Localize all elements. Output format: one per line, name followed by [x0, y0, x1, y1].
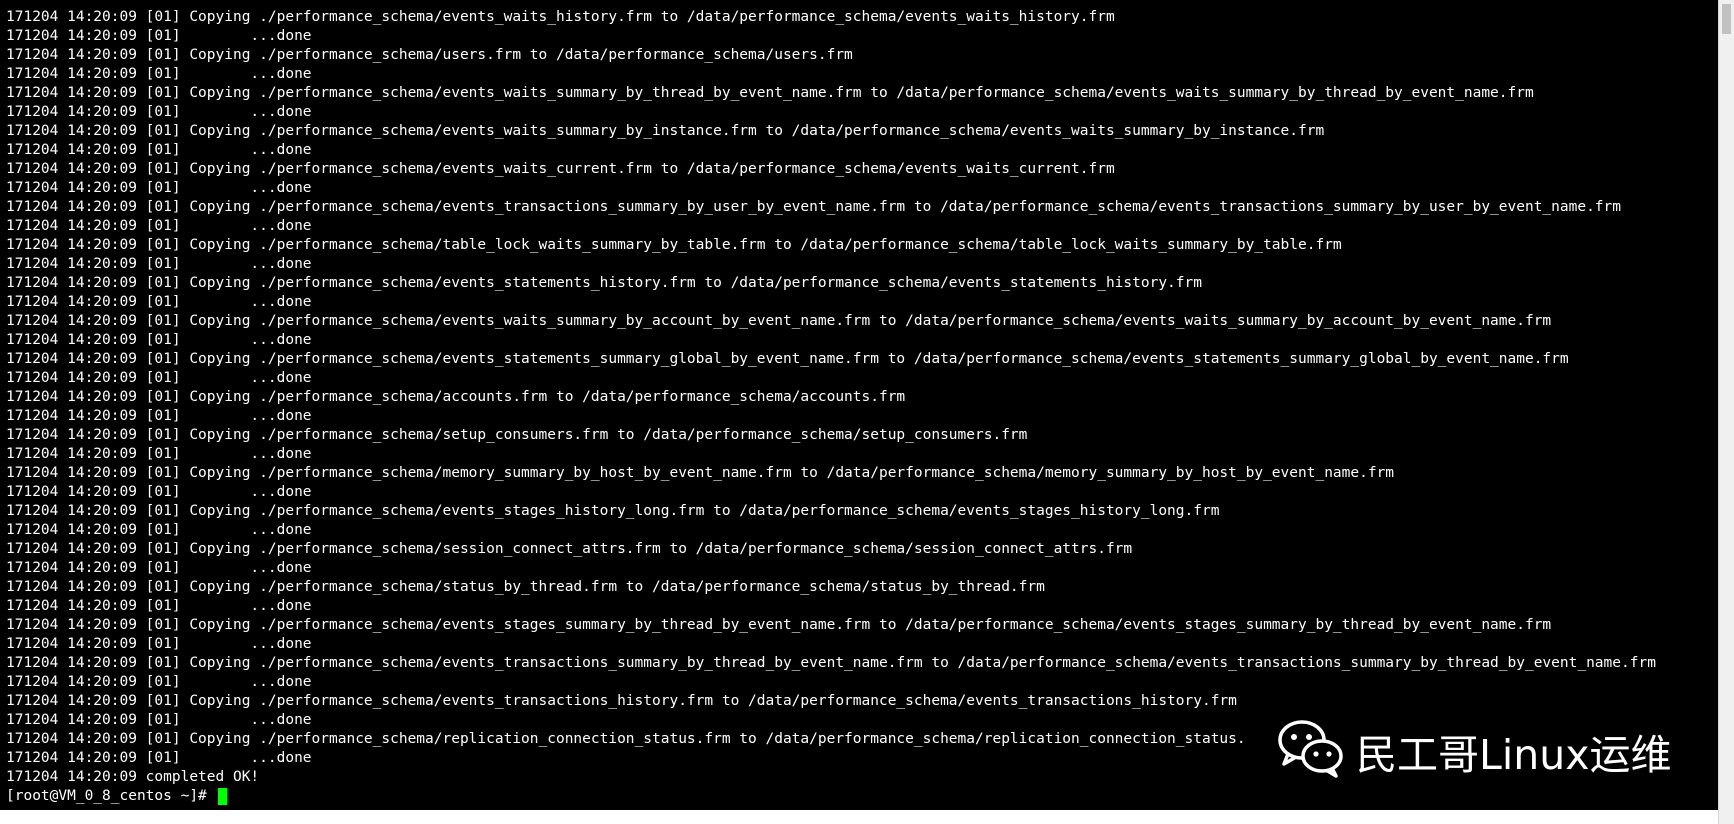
- terminal-line: 171204 14:20:09 [01] Copying ./performan…: [6, 85, 1534, 101]
- terminal-line: 171204 14:20:09 [01] Copying ./performan…: [6, 617, 1552, 633]
- terminal-window[interactable]: 171204 14:20:09 [01] Copying ./performan…: [0, 0, 1718, 810]
- terminal-line: 171204 14:20:09 [01] ...done: [6, 332, 312, 348]
- terminal-line: 171204 14:20:09 [01] ...done: [6, 636, 312, 652]
- terminal-line: 171204 14:20:09 [01] ...done: [6, 218, 312, 234]
- terminal-line: 171204 14:20:09 [01] Copying ./performan…: [6, 465, 1395, 481]
- terminal-line: 171204 14:20:09 [01] Copying ./performan…: [6, 503, 1220, 519]
- terminal-line: 171204 14:20:09 [01] ...done: [6, 598, 312, 614]
- terminal-line: 171204 14:20:09 [01] Copying ./performan…: [6, 123, 1325, 139]
- terminal-line: 171204 14:20:09 [01] ...done: [6, 104, 312, 120]
- prompt-line[interactable]: [root@VM_0_8_centos ~]#: [6, 787, 1656, 806]
- terminal-line: 171204 14:20:09 [01] Copying ./performan…: [6, 427, 1028, 443]
- terminal-line: 171204 14:20:09 [01] ...done: [6, 294, 312, 310]
- shell-prompt: [root@VM_0_8_centos ~]#: [6, 788, 216, 804]
- terminal-line: 171204 14:20:09 [01] Copying ./performan…: [6, 47, 853, 63]
- terminal-line: 171204 14:20:09 [01] ...done: [6, 370, 312, 386]
- terminal-line: 171204 14:20:09 [01] Copying ./performan…: [6, 579, 1045, 595]
- terminal-line: 171204 14:20:09 [01] ...done: [6, 484, 312, 500]
- terminal-line: 171204 14:20:09 [01] Copying ./performan…: [6, 313, 1552, 329]
- terminal-line: 171204 14:20:09 [01] ...done: [6, 28, 312, 44]
- terminal-line: 171204 14:20:09 [01] ...done: [6, 408, 312, 424]
- terminal-line: 171204 14:20:09 [01] Copying ./performan…: [6, 9, 1115, 25]
- terminal-line: 171204 14:20:09 [01] Copying ./performan…: [6, 655, 1656, 671]
- terminal-line: 171204 14:20:09 [01] Copying ./performan…: [6, 351, 1569, 367]
- terminal-line: 171204 14:20:09 [01] ...done: [6, 180, 312, 196]
- watermark-text: 民工哥Linux运维: [1356, 730, 1672, 779]
- terminal-line: 171204 14:20:09 [01] ...done: [6, 560, 312, 576]
- terminal-line: 171204 14:20:09 [01] Copying ./performan…: [6, 389, 906, 405]
- terminal-line: 171204 14:20:09 [01] Copying ./performan…: [6, 237, 1342, 253]
- terminal-line: 171204 14:20:09 [01] ...done: [6, 142, 312, 158]
- terminal-output: 171204 14:20:09 [01] Copying ./performan…: [6, 8, 1656, 806]
- terminal-line: 171204 14:20:09 [01] ...done: [6, 446, 312, 462]
- terminal-line: 171204 14:20:09 [01] Copying ./performan…: [6, 199, 1622, 215]
- text-cursor: [217, 788, 227, 805]
- scrollbar-thumb[interactable]: [1722, 4, 1731, 34]
- terminal-line: 171204 14:20:09 [01] Copying ./performan…: [6, 541, 1133, 557]
- terminal-line: 171204 14:20:09 [01] Copying ./performan…: [6, 275, 1202, 291]
- wechat-icon: [1276, 718, 1346, 783]
- window-bottom-edge: [0, 810, 1718, 824]
- terminal-line: 171204 14:20:09 [01] ...done: [6, 674, 312, 690]
- terminal-line: 171204 14:20:09 [01] ...done: [6, 256, 312, 272]
- watermark: 民工哥Linux运维: [1276, 718, 1671, 783]
- terminal-line: 171204 14:20:09 [01] ...done: [6, 66, 312, 82]
- terminal-line: 171204 14:20:09 [01] ...done: [6, 522, 312, 538]
- vertical-scrollbar[interactable]: [1718, 0, 1734, 824]
- terminal-line: 171204 14:20:09 [01] Copying ./performan…: [6, 161, 1115, 177]
- terminal-line: 171204 14:20:09 [01] Copying ./performan…: [6, 693, 1237, 709]
